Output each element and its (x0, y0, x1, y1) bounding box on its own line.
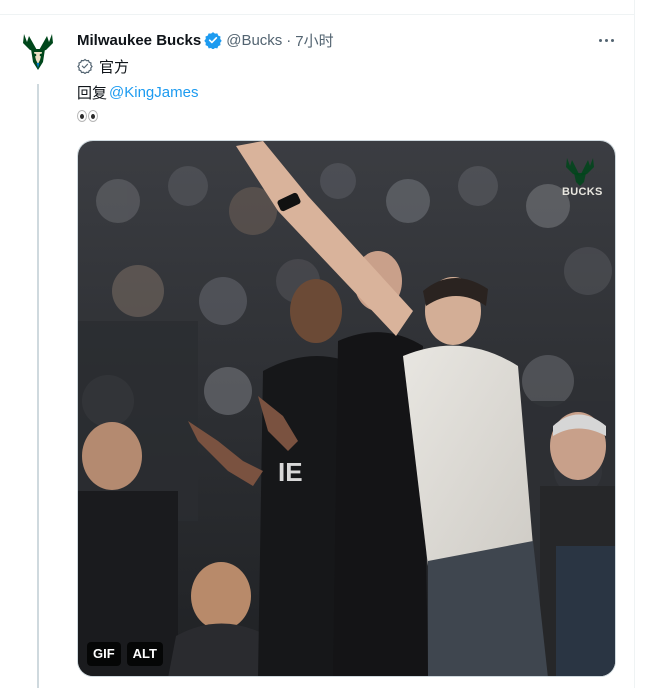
display-name[interactable]: Milwaukee Bucks (77, 32, 201, 49)
eyes-emoji-icon (77, 110, 87, 122)
separator-dot: · (286, 31, 292, 49)
tweet-header: Milwaukee Bucks @Bucks · 7小时 (77, 30, 334, 50)
tweet-body-emoji (77, 106, 99, 126)
reply-mention-link[interactable]: @KingJames (109, 84, 198, 101)
media-badges: GIF ALT (87, 642, 163, 666)
thread-line (37, 84, 39, 688)
svg-text:IE: IE (278, 457, 303, 487)
gif-badge[interactable]: GIF (87, 642, 121, 666)
more-dots-icon (598, 38, 602, 42)
official-label-row: 官方 (77, 56, 129, 76)
avatar[interactable] (16, 30, 60, 74)
timestamp[interactable]: 7小时 (295, 30, 333, 51)
bucks-deer-logo-icon (23, 34, 53, 70)
user-handle[interactable]: @Bucks (226, 32, 282, 49)
watermark-text: BUCKS (562, 186, 603, 198)
official-label: 官方 (99, 58, 130, 76)
more-options-button[interactable] (592, 30, 620, 50)
right-divider (634, 0, 635, 688)
tweet-media-gif[interactable]: IE (77, 140, 616, 677)
gif-frame-illustration: IE (78, 141, 615, 676)
reply-context: 回复 @KingJames (77, 82, 198, 102)
verified-badge-icon (204, 31, 222, 50)
tweet-page: Milwaukee Bucks @Bucks · 7小时 官方 回复 @King… (0, 0, 650, 688)
alt-badge[interactable]: ALT (126, 642, 163, 666)
top-divider (0, 0, 634, 15)
official-check-icon (77, 58, 93, 74)
reply-prefix: 回复 (77, 84, 108, 102)
